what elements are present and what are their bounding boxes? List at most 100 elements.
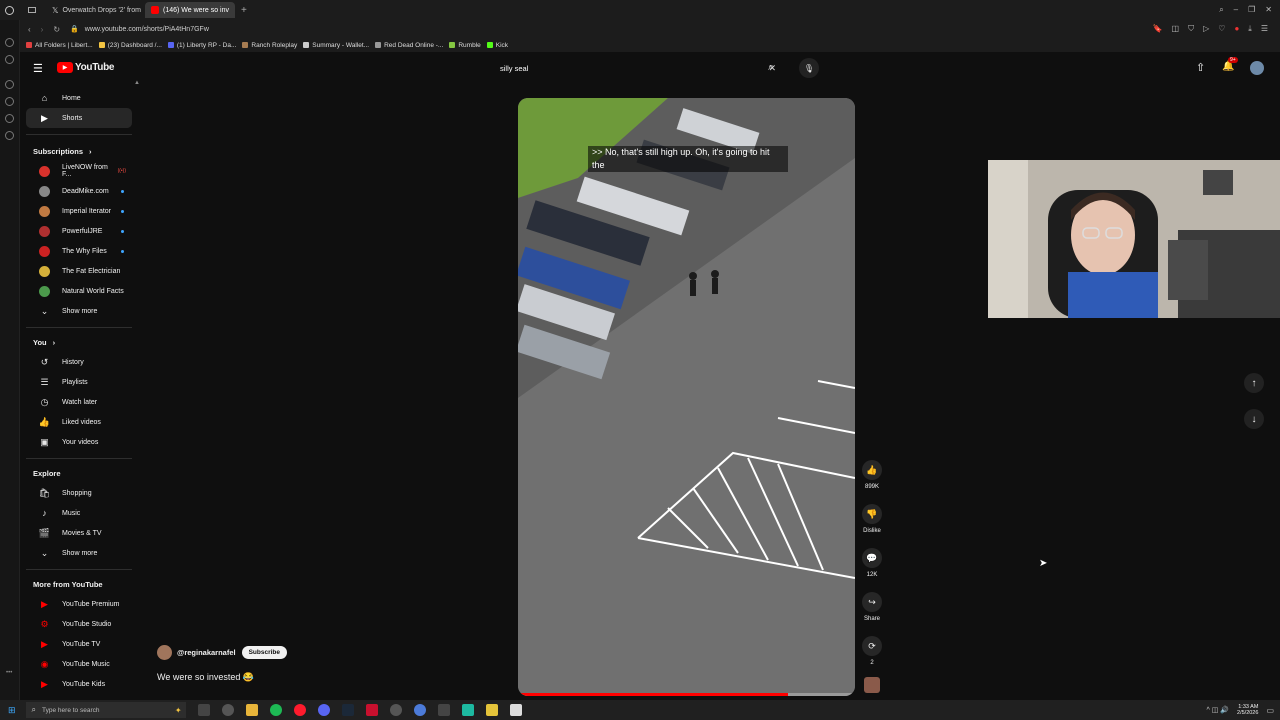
sidebar-item-youtube-music[interactable]: ◉ YouTube Music [26,654,132,674]
sidebar-item-subscription[interactable]: PowerfulJRE [26,221,132,241]
show-more-explore[interactable]: ⌄ Show more [26,543,132,563]
sidebar-item-history[interactable]: ↺ History [26,352,132,372]
sidebar-app-icon[interactable] [5,97,14,106]
microphone-icon[interactable]: 🎙 [799,58,819,78]
task-view-icon[interactable] [197,704,210,716]
channel-handle[interactable]: @reginakarnafel [177,648,236,657]
app-icon[interactable] [389,704,402,716]
new-tab-button[interactable]: + [241,5,247,16]
notepad-icon[interactable] [509,704,522,716]
reload-icon[interactable]: ↻ [53,25,60,34]
sidebar-item-playlists[interactable]: ☰ Playlists [26,372,132,392]
bookmark-icon[interactable]: 🔖 [1153,24,1163,34]
youtube-logo[interactable]: ▶ YouTube [57,62,115,73]
sidebar-app-icon[interactable] [5,114,14,123]
notification-center-icon[interactable]: ▭ [1266,706,1274,715]
sidebar-more-icon[interactable]: ••• [6,670,12,676]
show-more-subscriptions[interactable]: ⌄ Show more [26,301,132,321]
bookmark-red-dead-online[interactable]: Red Dead Online -... [375,42,443,49]
app-icon[interactable] [437,704,450,716]
url-input[interactable]: www.youtube.com/shorts/PiA4tHn7GFw [85,26,209,33]
bookmark-kick[interactable]: Kick [486,42,508,49]
you-heading[interactable]: You › [20,334,138,350]
settings-app-icon[interactable] [221,704,234,716]
short-video-player[interactable] [518,98,855,696]
sound-avatar[interactable] [864,677,880,693]
subscribe-button[interactable]: Subscribe [241,646,288,659]
app-icon[interactable] [461,704,474,716]
snapshot-icon[interactable]: ◫ [1172,24,1180,34]
sidebar-item-subscription[interactable]: Imperial Iterator [26,201,132,221]
comments-button[interactable]: 💬 12K [858,548,886,578]
sidebar-item-subscription[interactable]: DeadMike.com [26,181,132,201]
sidebar-item-watch-later[interactable]: ◷ Watch later [26,392,132,412]
sidebar-item-subscription[interactable]: Natural World Facts [26,281,132,301]
hamburger-menu-icon[interactable]: ☰ [33,62,43,75]
sidebar-item-shopping[interactable]: 🛍 Shopping [26,483,132,503]
opera-browser-icon[interactable] [293,704,306,716]
opera-menu-icon[interactable] [5,5,14,15]
search-box[interactable]: silly seal ✕ [496,58,782,79]
sidebar-app-icon[interactable] [5,131,14,140]
sidebar-item-youtube-kids[interactable]: ▶ YouTube Kids [26,674,132,694]
account-avatar[interactable] [1250,61,1264,75]
sidebar-item-home[interactable]: ⌂ Home [26,88,132,108]
sidebar-item-subscription[interactable]: The Fat Electrician [26,261,132,281]
like-button[interactable]: 👍 899K [858,460,886,490]
sidebar-item-youtube-premium[interactable]: ▶ YouTube Premium [26,594,132,614]
download-icon[interactable]: ⤓ [1248,24,1252,34]
sidebar-app-icon[interactable] [5,80,14,89]
heart-icon[interactable]: ♡ [1218,24,1225,34]
bookmark-ranch-roleplay[interactable]: Ranch Roleplay [242,42,297,49]
tab-youtube[interactable]: (146) We were so inv [145,2,236,18]
remix-button[interactable]: ⟳ 2 [858,636,886,666]
sidebar-scroll-up-icon[interactable]: ▲ [134,80,140,86]
player-icon[interactable]: ▷ [1203,24,1209,34]
bookmark-dashboard[interactable]: (23) Dashboard /... [98,42,162,49]
dislike-button[interactable]: 👎 Dislike [858,504,886,534]
sidebar-item-subscription[interactable]: LiveNOW from F... ((•)) [26,161,132,181]
bookmark-summary-wallet[interactable]: Summary - Wallet... [303,42,369,49]
app-icon[interactable] [485,704,498,716]
subscriptions-heading[interactable]: Subscriptions › [20,143,138,159]
sidebar-item-shorts[interactable]: ▶ Shorts [26,108,132,128]
app-icon[interactable] [365,704,378,716]
sidebar-item-movies-tv[interactable]: 🎬 Movies & TV [26,523,132,543]
extension-icon[interactable]: ● [1234,24,1239,34]
search-tabs-icon[interactable]: ⌕ [1219,5,1223,15]
back-icon[interactable]: ‹ [28,25,31,34]
sidebar-app-icon[interactable] [5,38,14,47]
menu-icon[interactable]: ☰ [1261,24,1268,34]
app-icon[interactable] [317,704,330,716]
next-short-button[interactable]: ↓ [1244,409,1264,429]
tab-overwatch[interactable]: 𝕏 Overwatch Drops '2' from [46,2,141,18]
shield-icon[interactable]: ⛉ [1188,24,1194,34]
channel-avatar[interactable] [157,645,172,660]
sidebar-item-youtube-studio[interactable]: ⚙ YouTube Studio [26,614,132,634]
tray-icons[interactable]: ^ ◫ 🔊 [1207,706,1230,714]
close-window-icon[interactable]: ✕ [1265,5,1272,15]
sidebar-item-youtube-tv[interactable]: ▶ YouTube TV [26,634,132,654]
spotify-icon[interactable] [269,704,282,716]
sidebar-item-your-videos[interactable]: ▣ Your videos [26,432,132,452]
create-upload-icon[interactable]: ⇧ [1196,61,1205,74]
sidebar-item-liked-videos[interactable]: 👍 Liked videos [26,412,132,432]
maximize-icon[interactable]: ❐ [1248,5,1255,15]
previous-short-button[interactable]: ↑ [1244,373,1264,393]
share-button[interactable]: ↪ Share [858,592,886,622]
sidebar-item-subscription[interactable]: The Why Files [26,241,132,261]
workspaces-icon[interactable] [28,7,36,13]
bookmark-rumble[interactable]: Rumble [449,42,481,49]
bookmark-liberty-rp[interactable]: (1) Liberty RP - Da... [167,42,236,49]
file-explorer-icon[interactable] [245,704,258,716]
sidebar-app-icon[interactable] [5,55,14,64]
taskbar-search-input[interactable]: Type here to search [42,707,99,714]
minimize-icon[interactable]: – [1234,5,1238,15]
search-icon[interactable]: ⌕ [768,61,774,74]
forward-icon[interactable]: › [41,25,44,34]
app-icon[interactable] [413,704,426,716]
sidebar-item-music[interactable]: ♪ Music [26,503,132,523]
windows-start-icon[interactable]: ⊞ [8,705,16,716]
search-input[interactable]: silly seal [500,64,528,73]
taskbar-search-box[interactable]: ⌕ Type here to search ✦ [25,702,186,718]
